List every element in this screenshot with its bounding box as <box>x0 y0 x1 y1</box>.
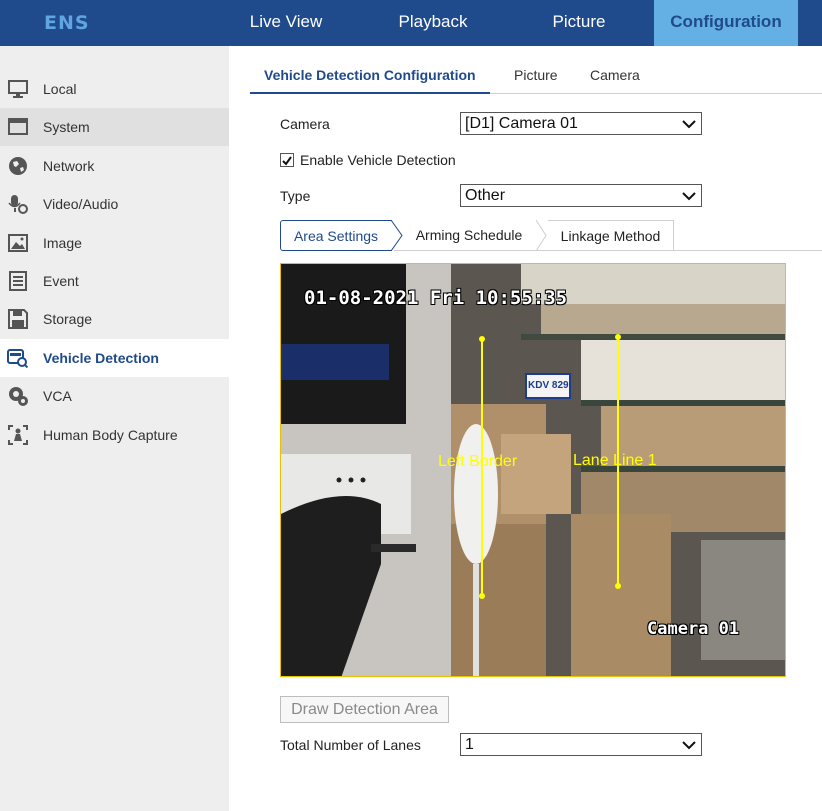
window-icon <box>8 118 28 135</box>
left-border-label: Left Border <box>438 453 518 470</box>
sidebar-item-storage[interactable]: Storage <box>0 300 229 338</box>
sidebar-item-vehicle-detection[interactable]: Vehicle Detection <box>0 339 229 377</box>
human-scan-icon <box>8 425 28 445</box>
tab-linkage-method[interactable]: Linkage Method <box>548 220 674 251</box>
lanes-label: Total Number of Lanes <box>280 737 421 753</box>
brand-logo: ENS <box>44 12 90 34</box>
lanes-select[interactable]: 1 <box>460 733 702 756</box>
video-timestamp: 01-08-2021 Fri 10:55:35 <box>304 287 568 309</box>
type-select[interactable]: Other <box>460 184 702 207</box>
sidebar-item-local[interactable]: Local <box>0 70 229 108</box>
vehicle-search-icon <box>7 349 29 369</box>
list-icon <box>9 271 27 291</box>
checkmark-icon <box>282 156 292 166</box>
setting-steps: Area Settings Arming Schedule Linkage Me… <box>280 220 822 251</box>
floppy-disk-icon <box>8 309 28 329</box>
video-camera-name: Camera 01 <box>647 619 740 639</box>
camera-video-preview[interactable]: KDV 829 01-08-2021 Fri 10:55:35 Camera 0… <box>280 263 786 677</box>
warehouse-scene-image <box>281 264 785 676</box>
nav-configuration[interactable]: Configuration <box>654 0 798 46</box>
sidebar-item-label: Event <box>43 273 79 289</box>
camera-select[interactable]: [D1] Camera 01 <box>460 112 702 135</box>
sidebar-item-label: Vehicle Detection <box>43 350 159 366</box>
tab-camera[interactable]: Camera <box>590 56 640 94</box>
nav-picture[interactable]: Picture <box>523 0 635 46</box>
sidebar-item-label: Image <box>43 235 82 251</box>
tab-arming-schedule[interactable]: Arming Schedule <box>402 220 536 251</box>
globe-icon <box>9 157 27 175</box>
camera-select-value: [D1] Camera 01 <box>465 115 578 132</box>
monitor-icon <box>8 80 28 98</box>
sidebar-item-label: System <box>43 119 90 135</box>
sidebar-item-label: Network <box>43 158 95 174</box>
sidebar-item-system[interactable]: System <box>0 108 229 146</box>
sidebar: Local System Network Video/Audio Image E… <box>0 46 229 811</box>
lane-line-label: Lane Line 1 <box>573 452 657 469</box>
sidebar-item-video-audio[interactable]: Video/Audio <box>0 185 229 223</box>
type-label: Type <box>280 188 311 204</box>
sidebar-item-image[interactable]: Image <box>0 224 229 262</box>
camera-gear-icon <box>9 387 28 406</box>
nav-playback[interactable]: Playback <box>377 0 489 46</box>
chevron-down-icon <box>682 120 696 129</box>
sidebar-item-human-body-capture[interactable]: Human Body Capture <box>0 416 229 454</box>
tab-vehicle-detection-configuration[interactable]: Vehicle Detection Configuration <box>250 56 490 94</box>
sidebar-item-vca[interactable]: VCA <box>0 377 229 415</box>
tab-picture[interactable]: Picture <box>514 56 558 94</box>
camera-label: Camera <box>280 116 330 132</box>
sidebar-item-network[interactable]: Network <box>0 147 229 185</box>
sidebar-item-label: Local <box>43 81 77 97</box>
sidebar-item-label: VCA <box>43 388 72 404</box>
sidebar-item-label: Video/Audio <box>43 196 119 212</box>
config-subtabs: Vehicle Detection Configuration Picture … <box>250 56 822 94</box>
license-plate-text: KDV 829 <box>528 380 569 391</box>
sidebar-item-label: Human Body Capture <box>43 427 178 443</box>
chevron-down-icon <box>682 192 696 201</box>
nav-live-view[interactable]: Live View <box>230 0 342 46</box>
lanes-select-value: 1 <box>465 736 474 753</box>
sidebar-item-event[interactable]: Event <box>0 262 229 300</box>
enable-vehicle-detection-checkbox[interactable] <box>280 153 294 167</box>
picture-icon <box>8 234 28 252</box>
tab-area-settings[interactable]: Area Settings <box>280 220 392 251</box>
microphone-camera-icon <box>8 195 28 214</box>
type-select-value: Other <box>465 187 506 204</box>
draw-detection-area-button[interactable]: Draw Detection Area <box>280 696 449 723</box>
sidebar-item-label: Storage <box>43 311 93 327</box>
step-arrow-icon <box>536 220 547 251</box>
chevron-down-icon <box>682 741 696 750</box>
enable-vehicle-detection-label: Enable Vehicle Detection <box>300 152 456 168</box>
top-bar: ENS Live View Playback Picture Configura… <box>0 0 822 46</box>
